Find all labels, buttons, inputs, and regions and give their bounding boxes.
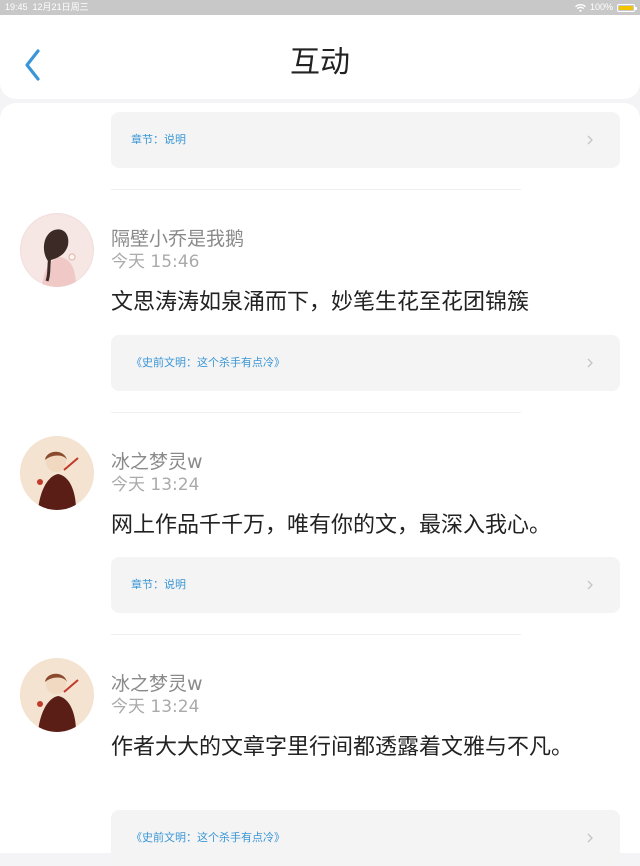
divider — [111, 412, 521, 413]
comment-text: 作者大大的文章字里行间都透露着文雅与不凡。 — [111, 735, 574, 760]
comment-text: 网上作品千千万，唯有你的文，最深入我心。 — [111, 513, 552, 538]
chevron-right-icon — [587, 580, 593, 590]
status-left: 19:45 12月21日周三 — [5, 0, 89, 15]
book-link-card[interactable]: 《史前文明：这个杀手有点冷》 — [111, 335, 620, 391]
avatar[interactable] — [20, 213, 94, 287]
comment-username[interactable]: 冰之梦灵w — [111, 672, 203, 696]
divider — [111, 634, 521, 635]
comment-text: 文思涛涛如泉涌而下，妙笔生花至花团锦簇 — [111, 290, 530, 315]
divider — [111, 189, 521, 190]
battery-fill — [619, 5, 633, 10]
status-time: 19:45 — [5, 2, 28, 12]
avatar[interactable] — [20, 658, 94, 732]
book-link-text: 《史前文明：这个杀手有点冷》 — [131, 831, 285, 844]
chapter-link-text: 章节：说明 — [131, 133, 186, 146]
avatar[interactable] — [20, 436, 94, 510]
comment-username[interactable]: 隔壁小乔是我鹅 — [111, 227, 244, 251]
battery-icon — [617, 3, 637, 12]
status-right: 100% — [575, 0, 637, 15]
comment-time: 今天 13:24 — [111, 697, 200, 717]
comment-username[interactable]: 冰之梦灵w — [111, 450, 203, 474]
chapter-link-card[interactable]: 章节：说明 — [111, 112, 620, 168]
comment-list: 章节：说明 隔壁小乔是我鹅 今天 15:46 文思涛涛如泉涌而下，妙笔生花至花团… — [0, 103, 640, 866]
page-title: 互动 — [290, 45, 350, 80]
book-link-text: 《史前文明：这个杀手有点冷》 — [131, 356, 285, 369]
status-date: 12月21日周三 — [32, 2, 89, 12]
wifi-icon — [575, 3, 586, 12]
chapter-link-card[interactable]: 章节：说明 — [111, 557, 620, 613]
chevron-right-icon — [587, 358, 593, 368]
chevron-right-icon — [587, 833, 593, 843]
comment-time: 今天 15:46 — [111, 252, 200, 272]
chevron-right-icon — [587, 135, 593, 145]
book-link-card[interactable]: 《史前文明：这个杀手有点冷》 — [111, 810, 620, 866]
chapter-link-text: 章节：说明 — [131, 578, 186, 591]
status-bar: 19:45 12月21日周三 100% — [0, 0, 640, 15]
nav-bar: 互动 — [0, 15, 640, 99]
battery-percent: 100% — [589, 2, 613, 12]
comment-time: 今天 13:24 — [111, 475, 200, 495]
